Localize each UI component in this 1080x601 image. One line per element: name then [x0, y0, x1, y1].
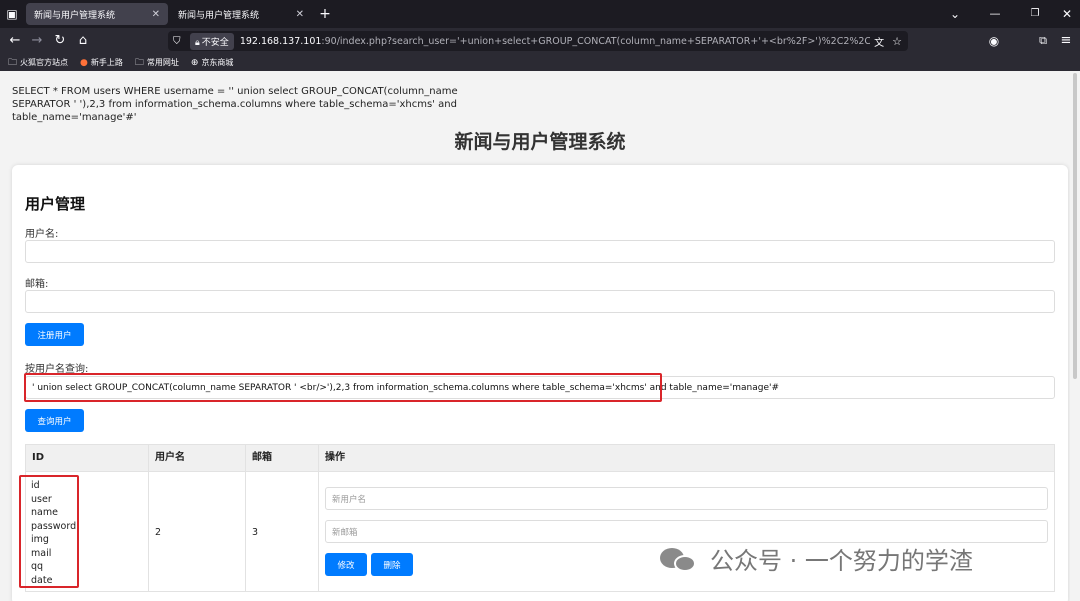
section-title: 用户管理: [25, 195, 86, 213]
wechat-icon: [660, 546, 700, 572]
register-button[interactable]: 注册用户: [25, 323, 84, 346]
column-divider: [245, 444, 246, 592]
restore-icon[interactable]: ❐: [1025, 0, 1045, 28]
email-label: 邮箱:: [25, 279, 49, 290]
translate-icon[interactable]: 文: [874, 34, 884, 49]
bookmark-item[interactable]: ⊕ 京东商城: [191, 57, 234, 68]
delete-button[interactable]: 删除: [371, 553, 413, 576]
bookmark-item[interactable]: ● 新手上路: [80, 57, 123, 68]
folder-icon: 🗀︎: [134, 57, 144, 68]
security-badge[interactable]: 🔒︎ 不安全: [190, 32, 234, 50]
page-title: 新闻与用户管理系统: [454, 131, 626, 153]
shield-icon[interactable]: ⛉: [173, 36, 181, 47]
page-scrollbar[interactable]: [1070, 71, 1080, 601]
user-management-card: 用户管理 用户名: 邮箱: 注册用户 按用户名查询: ' union selec…: [12, 165, 1068, 601]
sql-query-text: SELECT * FROM users WHERE username = '' …: [12, 86, 458, 123]
email-cell: 3: [252, 527, 259, 538]
close-icon[interactable]: ✕: [296, 9, 304, 20]
column-divider: [148, 444, 149, 592]
tab-1[interactable]: 新闻与用户管理系统 ✕: [26, 3, 168, 25]
new-email-input[interactable]: 新邮箱: [325, 520, 1048, 543]
new-tab-button[interactable]: +: [315, 0, 335, 28]
back-arrow-icon[interactable]: ←: [5, 28, 25, 54]
reload-icon[interactable]: ↻: [50, 28, 70, 54]
account-icon[interactable]: ◉: [984, 28, 1004, 54]
nav-bar: ← → ↻ ⌂ ⛉ 🔒︎ 不安全 192.168.137.101:90/index…: [0, 28, 1080, 54]
url-host: 192.168.137.101: [239, 35, 322, 47]
username-label: 用户名:: [25, 229, 59, 240]
watermark: 公众号 · 一个努力的学渣: [660, 541, 973, 576]
firefox-icon: ●: [80, 57, 88, 68]
email-input[interactable]: [25, 290, 1055, 313]
search-button[interactable]: 查询用户: [25, 409, 84, 432]
watermark-text: 公众号 · 一个努力的学渣: [710, 547, 973, 575]
extensions-icon[interactable]: ⧉: [1033, 28, 1053, 54]
bookmark-label: 新手上路: [90, 58, 123, 67]
tab-overview-icon[interactable]: ▣: [2, 0, 22, 28]
chevron-down-icon[interactable]: ⌄: [945, 0, 965, 28]
bookmarks-bar: 🗀︎ 火狐官方站点 ● 新手上路 🗀︎ 常用网址 ⊕ 京东商城: [0, 54, 1080, 71]
column-header-username: 用户名: [155, 452, 185, 463]
column-header-actions: 操作: [325, 452, 345, 463]
home-icon[interactable]: ⌂: [73, 28, 93, 54]
forward-arrow-icon[interactable]: →: [27, 28, 47, 54]
menu-icon[interactable]: ≡: [1056, 28, 1076, 54]
url-path: :90/index.php?search_user='+union+select…: [321, 35, 871, 47]
globe-icon: ⊕: [190, 57, 199, 68]
username-cell: 2: [155, 527, 162, 538]
column-divider: [318, 444, 319, 592]
bookmark-item[interactable]: 🗀︎ 火狐官方站点: [8, 55, 68, 71]
bookmark-label: 京东商城: [201, 58, 234, 67]
tab-2-title: 新闻与用户管理系统: [178, 10, 260, 21]
username-input[interactable]: [25, 240, 1055, 263]
highlight-box: [24, 373, 662, 402]
scrollbar-thumb[interactable]: [1073, 73, 1077, 379]
lock-icon: 🔒︎: [195, 37, 200, 48]
bookmark-item[interactable]: 🗀︎ 常用网址: [135, 55, 179, 71]
tab-1-title: 新闻与用户管理系统: [34, 10, 116, 21]
page-content: SELECT * FROM users WHERE username = '' …: [0, 71, 1080, 601]
security-label: 不安全: [201, 37, 229, 48]
url-bar[interactable]: ⛉ 🔒︎ 不安全 192.168.137.101:90/index.php?sea…: [168, 31, 908, 51]
bookmark-label: 火狐官方站点: [20, 58, 69, 67]
tab-2[interactable]: 新闻与用户管理系统 ✕: [170, 3, 312, 25]
bookmark-label: 常用网址: [146, 58, 179, 67]
close-icon[interactable]: ✕: [152, 9, 160, 20]
edit-button[interactable]: 修改: [325, 553, 367, 576]
column-header-id: ID: [32, 452, 45, 463]
url-text[interactable]: 192.168.137.101:90/index.php?search_user…: [240, 36, 870, 47]
tab-bar: ▣ 新闻与用户管理系统 ✕ 新闻与用户管理系统 ✕ + ⌄ — ❐ ✕: [0, 0, 1080, 28]
minimize-icon[interactable]: —: [985, 0, 1005, 28]
new-username-input[interactable]: 新用户名: [325, 487, 1048, 510]
window-close-icon[interactable]: ✕: [1057, 0, 1077, 28]
column-header-email: 邮箱: [252, 452, 272, 463]
folder-icon: 🗀︎: [8, 57, 18, 68]
highlight-box: [19, 475, 79, 588]
star-icon[interactable]: ☆: [892, 35, 902, 48]
